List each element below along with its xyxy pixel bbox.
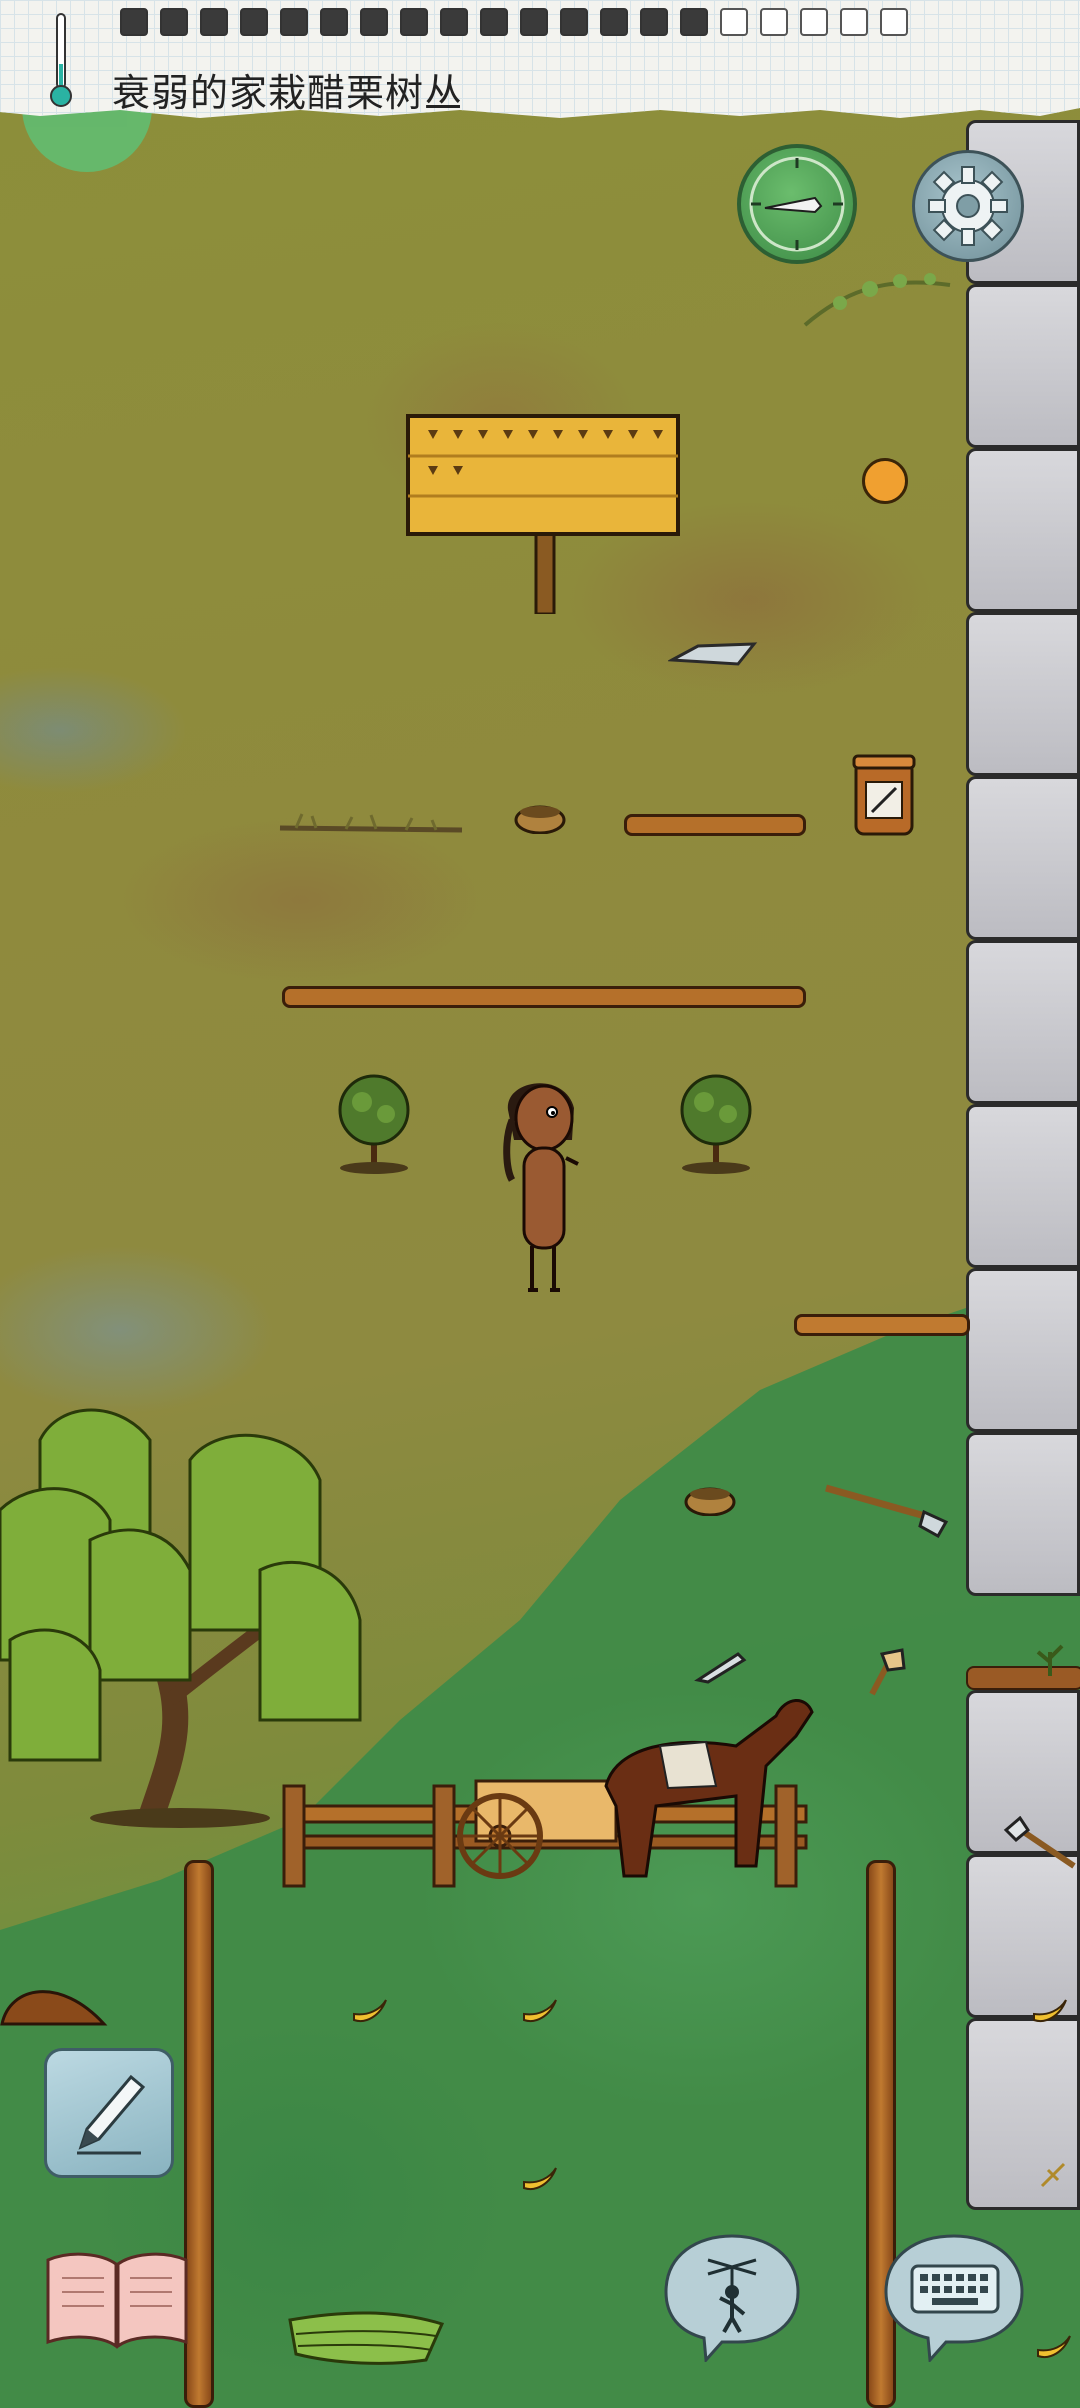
stone-axe[interactable] <box>1002 1816 1080 1872</box>
recipe-book-button[interactable] <box>42 2248 192 2352</box>
food-pip <box>480 8 508 36</box>
hover-object-label: 衰弱的家栽醋栗树丛 <box>112 71 464 115</box>
food-pip <box>680 8 708 36</box>
hoe-tool[interactable] <box>822 1482 952 1538</box>
food-pip <box>520 8 548 36</box>
thermometer-icon <box>50 13 72 107</box>
player-character[interactable] <box>494 1070 588 1296</box>
pencil-icon <box>77 2074 146 2155</box>
banana[interactable] <box>1034 2332 1074 2362</box>
tilled-soil-row-long[interactable] <box>282 986 806 1008</box>
food-pip <box>120 8 148 36</box>
gear-icon <box>928 166 1008 246</box>
emote-button[interactable] <box>652 2232 808 2364</box>
settings-button[interactable] <box>912 150 1024 262</box>
stone-adze[interactable] <box>864 1648 908 1698</box>
food-pip <box>840 8 868 36</box>
clay-jar[interactable] <box>852 752 916 838</box>
wooden-signboard[interactable] <box>406 414 680 614</box>
orange-fruit[interactable] <box>862 458 908 504</box>
puppet-emote-icon <box>664 2234 800 2364</box>
food-pip <box>800 8 828 36</box>
food-pip <box>640 8 668 36</box>
banana[interactable] <box>520 2164 560 2194</box>
woven-basket[interactable] <box>514 800 566 834</box>
banana[interactable] <box>520 1996 560 2026</box>
food-pip <box>360 8 388 36</box>
food-pip <box>400 8 428 36</box>
write-note-button[interactable] <box>44 2048 174 2178</box>
chat-keyboard-button[interactable] <box>876 2232 1032 2364</box>
food-pip <box>200 8 228 36</box>
keyboard-icon <box>884 2234 1024 2364</box>
seedling[interactable] <box>1030 1638 1070 1678</box>
food-pip <box>240 8 268 36</box>
food-pip <box>600 8 628 36</box>
compass-icon <box>749 156 845 252</box>
compost-pile[interactable] <box>0 1966 110 2028</box>
food-pip <box>720 8 748 36</box>
game-world[interactable] <box>0 0 1080 2408</box>
wild-plant-row[interactable] <box>276 808 466 838</box>
sharp-stone[interactable] <box>668 638 758 670</box>
food-pip <box>160 8 188 36</box>
book-icon <box>46 2252 188 2349</box>
food-pip <box>560 8 588 36</box>
food-pip <box>760 8 788 36</box>
food-pip <box>280 8 308 36</box>
woven-basket-2[interactable] <box>684 1482 736 1516</box>
dry-twig[interactable] <box>1038 2160 1068 2190</box>
gooseberry-bush-right[interactable] <box>676 1070 756 1174</box>
vine <box>803 273 951 327</box>
leaf-bundle[interactable] <box>286 2300 446 2370</box>
food-pip <box>320 8 348 36</box>
banana[interactable] <box>350 1996 390 2026</box>
food-meter <box>120 8 908 36</box>
food-pip <box>880 8 908 36</box>
wooden-log[interactable] <box>794 1314 970 1336</box>
home-compass-button[interactable] <box>737 144 857 264</box>
horse-cart-fence[interactable] <box>276 1676 836 1896</box>
food-pip <box>440 8 468 36</box>
gooseberry-bush-left[interactable] <box>334 1070 414 1174</box>
banana[interactable] <box>1030 1996 1070 2026</box>
tilled-soil-row[interactable] <box>624 814 806 836</box>
